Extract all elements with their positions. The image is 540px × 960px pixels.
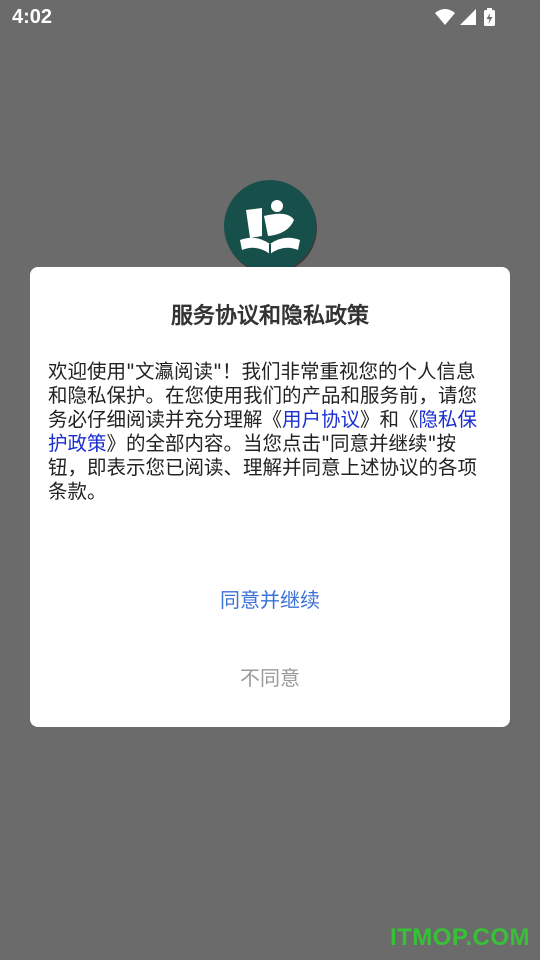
app-logo-icon <box>224 180 316 272</box>
status-time: 4:02 <box>12 6 53 28</box>
body-text-part2: 》和《 <box>360 408 419 431</box>
disagree-button[interactable]: 不同意 <box>30 656 510 700</box>
body-text-part3: 》的全部内容。当您点击"同意并继续"按钮，即表示您已阅读、理解并同意上述协议的各… <box>48 432 478 503</box>
status-bar: 4:02 <box>0 0 540 36</box>
agree-continue-button[interactable]: 同意并继续 <box>30 578 510 622</box>
status-icons <box>434 6 500 30</box>
cell-signal-icon <box>460 9 476 25</box>
dialog-body-text: 欢迎使用"文瀛阅读"！我们非常重视您的个人信息和隐私保护。在您使用我们的产品和服… <box>48 360 494 504</box>
watermark-text: ITMOP.COM <box>389 924 530 951</box>
screen: 4:02 服务协议和隐私政策 欢迎使用"文瀛阅读"！我们非常重视您的个人信息和隐… <box>0 0 540 960</box>
battery-charging-icon <box>484 8 495 26</box>
dialog-title: 服务协议和隐私政策 <box>170 304 369 329</box>
wifi-icon <box>435 9 455 25</box>
user-agreement-link[interactable]: 用户协议 <box>282 408 360 431</box>
